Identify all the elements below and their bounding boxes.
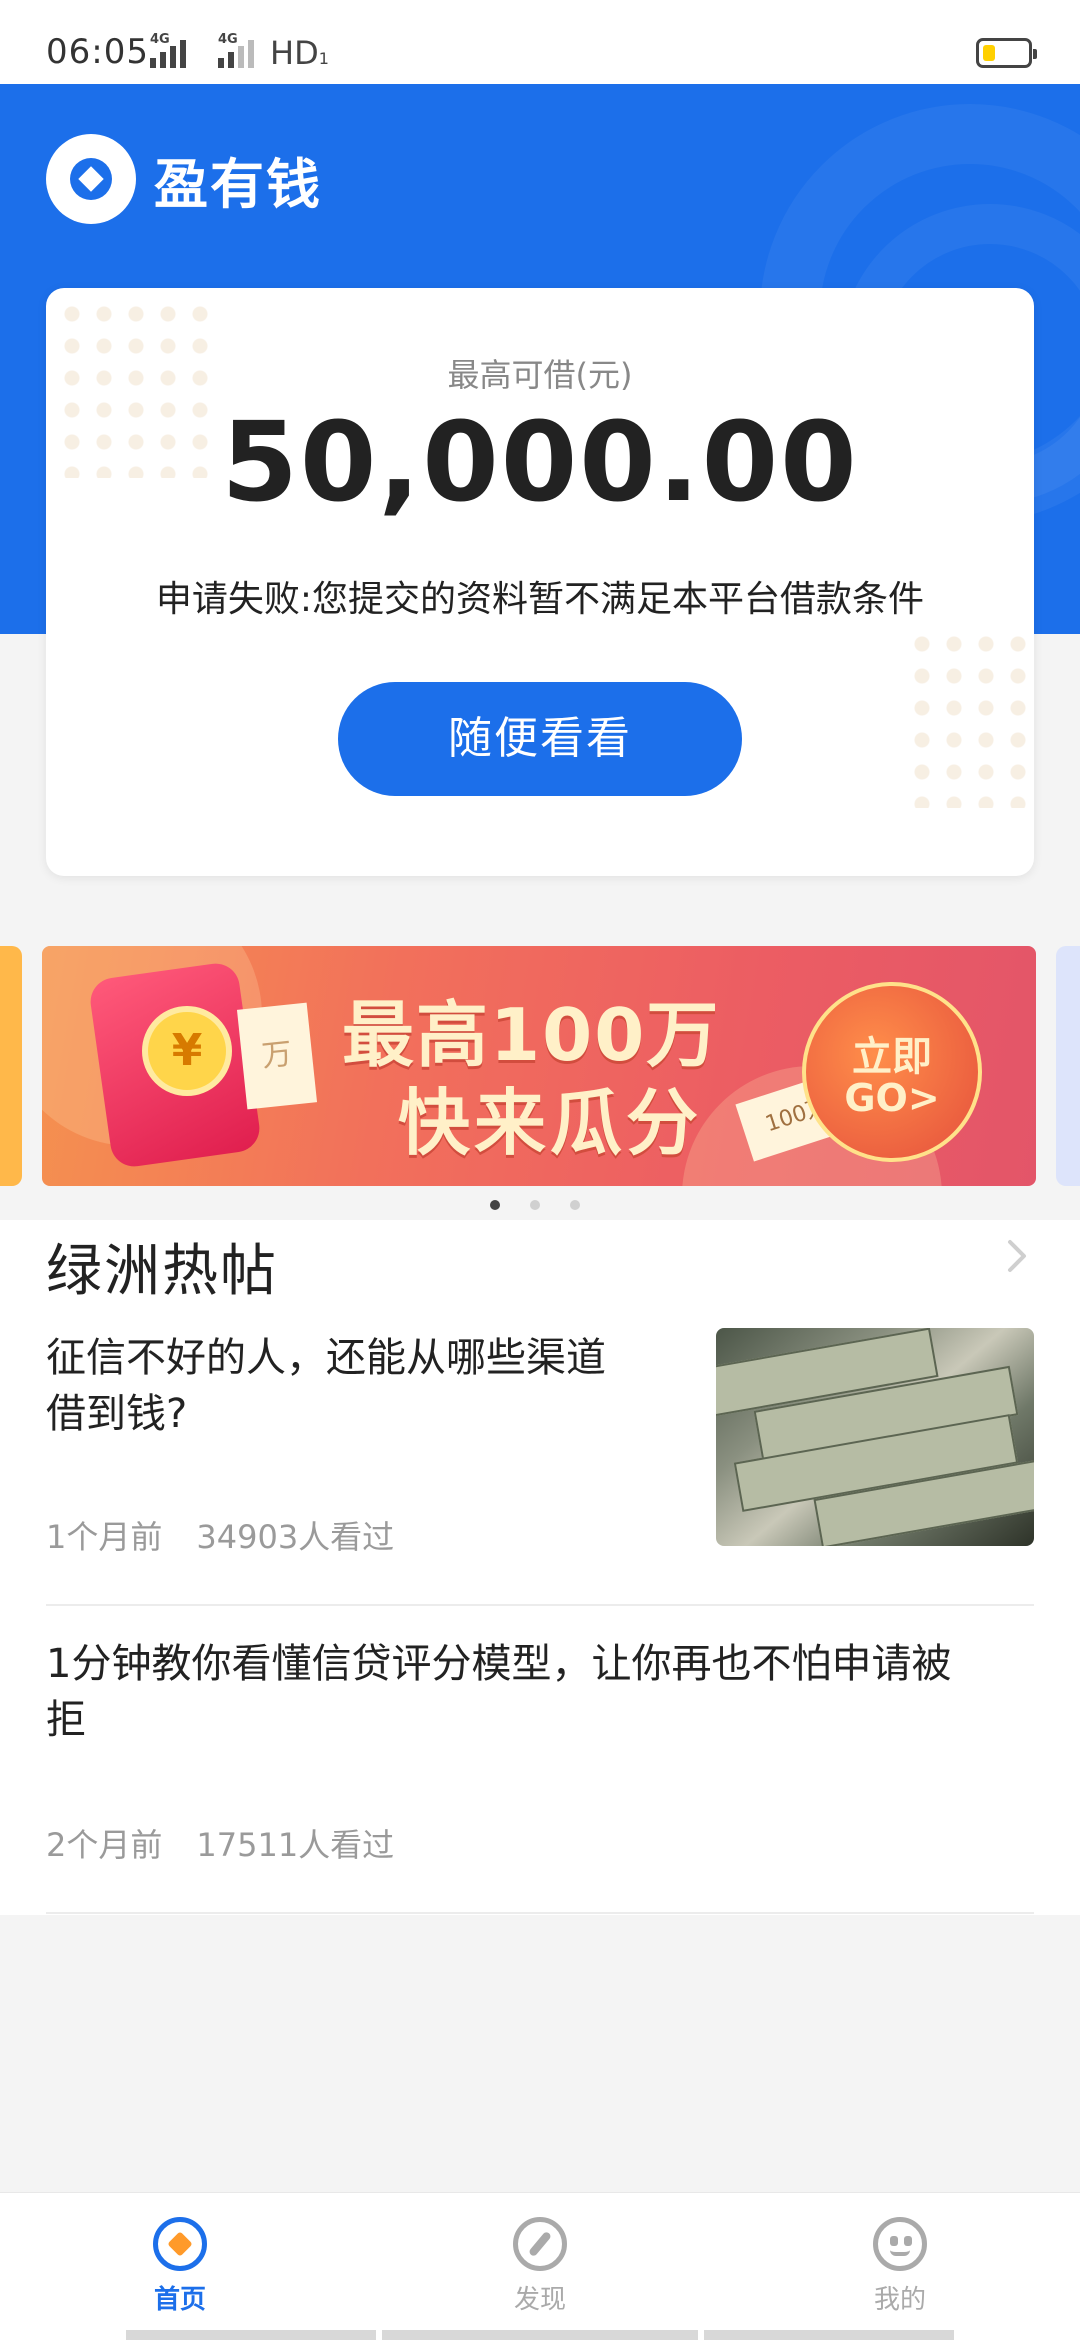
section-title: 绿洲热帖 [46,1239,278,1304]
hot-posts-section: 绿洲热帖 征信不好的人，还能从哪些渠道 借到钱? 1个月前 34903人看过 1分… [0,1220,1080,1915]
battery-icon [976,38,1037,68]
credit-limit-label: 最高可借(元) [447,356,633,394]
compass-icon [513,2217,567,2271]
go-label-2: GO> [844,1076,940,1120]
signal-icon-2: 4G [218,32,254,68]
chevron-right-icon[interactable] [998,1238,1034,1274]
status-bar: 06:05 4G 4G HD1 [0,0,1080,84]
home-icon [153,2217,207,2271]
app-name: 盈有钱 [154,152,322,216]
bottom-tab-bar: 首页 发现 我的 [0,2192,1080,2340]
loan-card: 最高可借(元) 50,000.00 申请失败:您提交的资料暂不满足本平台借款条件… [46,288,1034,876]
logo-icon [46,134,136,224]
tab-label: 发现 [513,2285,566,2315]
nav-strip [382,2330,698,2340]
go-label-1: 立即 [852,1034,932,1080]
banner-next-peek[interactable] [1056,946,1080,1186]
application-status-message: 申请失败:您提交的资料暂不满足本平台借款条件 [155,579,925,620]
app-logo: 盈有钱 [46,134,322,224]
post-title-line: 拒 [46,1697,86,1743]
nav-strip [704,2330,954,2340]
tab-mine[interactable]: 我的 [820,2217,980,2316]
tab-label: 我的 [873,2285,926,2315]
banner-subheadline: 快来瓜分 [398,1081,703,1165]
network-label: 4G [150,32,170,47]
tab-label: 首页 [153,2285,206,2315]
status-time: 06:05 [46,32,149,72]
divider [46,1604,1034,1606]
post-meta: 1个月前 34903人看过 [46,1512,394,1558]
hd-sub: 1 [318,49,329,68]
profile-icon [873,2217,927,2271]
money-stack-image [716,1328,1034,1546]
browse-button[interactable]: 随便看看 [338,682,742,796]
post-meta: 2个月前 17511人看过 [46,1820,394,1866]
banner-go-button[interactable]: 立即 GO> [802,982,982,1162]
banner-prev-peek[interactable] [0,946,22,1186]
post-item[interactable]: 征信不好的人，还能从哪些渠道 借到钱? 1个月前 34903人看过 [46,1328,1034,1580]
page-dot-1[interactable] [490,1200,500,1210]
page-dot-3[interactable] [570,1200,580,1210]
tab-home[interactable]: 首页 [100,2217,260,2316]
credit-limit-amount: 50,000.00 [221,398,859,526]
nav-strip [126,2330,376,2340]
post-views: 34903人看过 [196,1518,395,1556]
banner-pagination [490,1200,580,1210]
post-title-line: 借到钱? [46,1391,188,1437]
post-time: 1个月前 [46,1518,163,1556]
post-item[interactable]: 1分钟教你看懂信贷评分模型，让你再也不怕申请被 拒 2个月前 17511人看过 [46,1636,1034,1886]
post-time: 2个月前 [46,1826,163,1864]
hd-label: HD [270,34,319,72]
hd-indicator: HD1 [270,34,329,72]
network-label-2: 4G [218,32,238,47]
divider [46,1912,1034,1914]
tab-discover[interactable]: 发现 [460,2217,620,2316]
page-dot-2[interactable] [530,1200,540,1210]
banknote-icon: 万 [236,1002,318,1110]
signal-icon: 4G [150,32,186,68]
card-decoration-2 [906,628,1034,808]
coin-icon: ¥ [142,1006,232,1096]
post-title-line: 1分钟教你看懂信贷评分模型，让你再也不怕申请被 [46,1641,952,1687]
promo-banner[interactable]: ¥ 万 最高100万 快来瓜分 100万 立即 GO> [42,946,1036,1186]
post-title-line: 征信不好的人，还能从哪些渠道 [46,1335,606,1381]
post-views: 17511人看过 [196,1826,395,1864]
